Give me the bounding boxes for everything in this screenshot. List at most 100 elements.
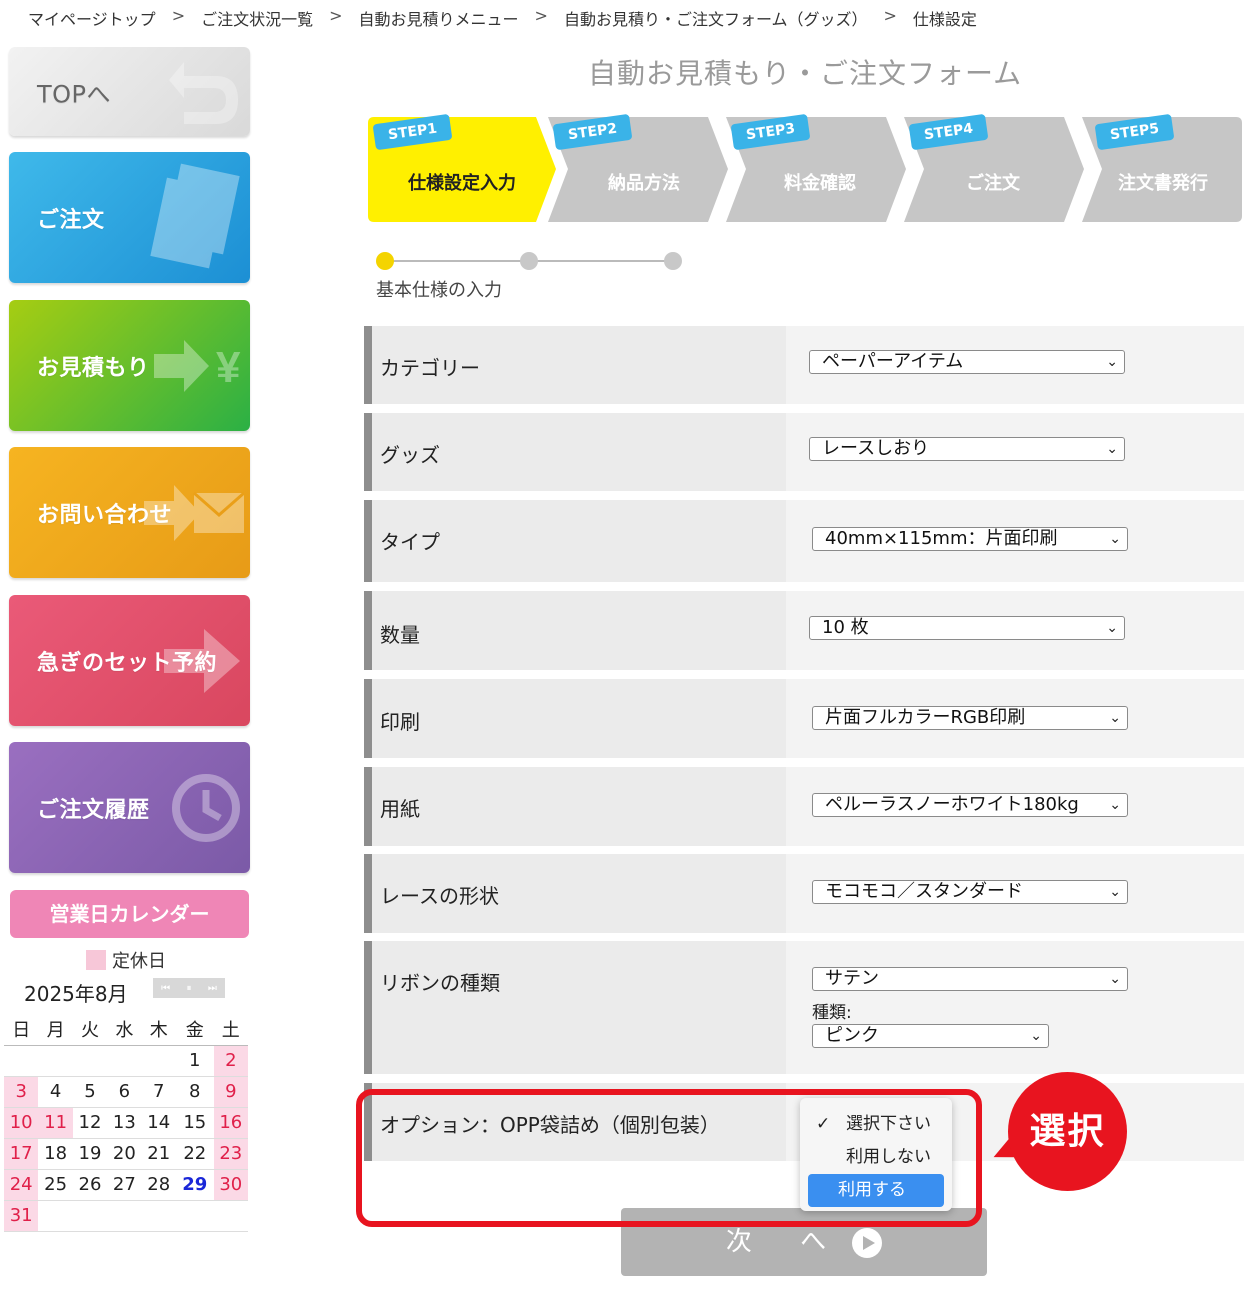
order-button[interactable]: ご注文: [9, 152, 250, 283]
calendar-day: 9: [213, 1076, 248, 1108]
calendar-week: 3456789: [4, 1076, 248, 1108]
calendar-day: 15: [175, 1107, 214, 1139]
quantity-select[interactable]: 10 枚 ⌄: [809, 616, 1125, 640]
calendar-day: 11: [38, 1107, 73, 1139]
holiday-swatch: [86, 950, 106, 970]
dropdown-option-not-use[interactable]: 利用しない: [808, 1141, 944, 1174]
step-5-label: 注文書発行: [1118, 173, 1208, 194]
select-callout: 選択: [1008, 1072, 1127, 1191]
yen-arrow-icon: ¥: [154, 339, 241, 392]
breadcrumb-separator: >: [329, 6, 343, 25]
goods-label: グッズ: [380, 443, 440, 467]
calendar-week: 31: [4, 1200, 248, 1232]
calendar-day: 18: [38, 1138, 73, 1170]
step-progress: STEP1 仕様設定入力 STEP2 納品方法 STEP3 料金確認 STEP4…: [368, 113, 1242, 222]
sub-progress-dot-2: [520, 252, 538, 270]
category-label: カテゴリー: [380, 356, 480, 380]
step-1-label: 仕様設定入力: [408, 173, 516, 194]
estimate-button-label: お見積もり: [37, 355, 150, 381]
calendar-table: 日月火水木金土 1 2 3 4 5 6 7 8 9 10 11 12 13 14 15 16 17 18 19 20 2…: [4, 1014, 248, 1232]
order-history-button-label: ご注文履歴: [37, 797, 150, 823]
breadcrumb-mypage[interactable]: マイページトップ: [28, 6, 156, 30]
calendar-day: 6: [107, 1076, 142, 1108]
calendar-day: [38, 1200, 73, 1232]
print-label: 印刷: [380, 710, 420, 734]
ribbon-label: リボンの種類: [380, 971, 500, 995]
contact-button[interactable]: お問い合わせ: [9, 447, 250, 578]
rush-reservation-button[interactable]: 急ぎのセット予約: [9, 595, 250, 726]
estimate-button[interactable]: お見積もり ¥: [9, 300, 250, 431]
business-calendar-header: 営業日カレンダー: [10, 890, 249, 938]
top-button[interactable]: TOPへ: [9, 47, 250, 136]
step-1: STEP1 仕様設定入力: [368, 113, 556, 222]
calendar-day: 29: [175, 1169, 214, 1201]
chevron-down-icon: ⌄: [1106, 354, 1118, 370]
calendar-weekday: 水: [107, 1014, 142, 1046]
order-history-button[interactable]: ご注文履歴: [9, 742, 250, 873]
svg-text:¥: ¥: [216, 343, 241, 392]
paper-label: 用紙: [380, 797, 420, 821]
breadcrumb-current: 仕様設定: [912, 10, 977, 29]
calendar-day: 5: [72, 1076, 108, 1108]
ribbon-select[interactable]: サテン ⌄: [812, 967, 1128, 991]
step-2-label: 納品方法: [608, 173, 680, 194]
dropdown-option-not-use-label: 利用しない: [846, 1147, 931, 1167]
row-ribbon: リボンの種類: [364, 941, 1244, 1074]
step-5: STEP5 注文書発行: [1074, 113, 1242, 222]
calendar-weekday: 金: [175, 1014, 214, 1046]
ribbon-color-select-value: ピンク: [825, 1025, 879, 1046]
quantity-select-value: 10 枚: [822, 617, 869, 638]
calendar-day: 16: [213, 1107, 248, 1139]
chevron-down-icon: ⌄: [1106, 620, 1118, 636]
legend-label: 定休日: [112, 951, 166, 972]
calendar-weekday: 木: [141, 1014, 176, 1046]
calendar-day: 26: [72, 1169, 108, 1201]
calendar-day: 8: [175, 1076, 214, 1108]
ribbon-color-select[interactable]: ピンク ⌄: [812, 1024, 1049, 1048]
calendar-week: 12: [4, 1045, 248, 1077]
dropdown-option-please-select[interactable]: ✓ 選択下さい: [808, 1108, 944, 1141]
dropdown-option-use-label: 利用する: [838, 1180, 906, 1200]
calendar-week: 24 25 26 27 28 29 30: [4, 1169, 248, 1201]
calendar-day: 23: [213, 1138, 248, 1170]
ribbon-value-cell: [786, 941, 1244, 1074]
breadcrumb-separator: >: [883, 6, 897, 25]
paper-select[interactable]: ペルーラスノーホワイト180kg ⌄: [812, 793, 1128, 817]
calendar-day: 31: [4, 1200, 39, 1232]
calendar-week: 10 11 12 13 14 15 16: [4, 1107, 248, 1139]
page-title: 自動お見積もり・ご注文フォーム: [588, 57, 1023, 90]
last-month-icon[interactable]: ⏭: [208, 983, 217, 994]
calendar-legend: 定休日: [86, 947, 166, 973]
play-icon: [852, 1227, 883, 1258]
calendar-day: 24: [4, 1169, 39, 1201]
calendar-day: 10: [4, 1107, 39, 1139]
breadcrumb-separator: >: [534, 6, 548, 25]
type-select[interactable]: 40mm×115mm：片面印刷 ⌄: [812, 527, 1128, 551]
lace-shape-label: レースの形状: [380, 884, 499, 908]
print-select[interactable]: 片面フルカラーRGB印刷 ⌄: [812, 706, 1128, 730]
goods-select[interactable]: レースしおり ⌄: [809, 437, 1125, 461]
sub-progress-dot-1: [376, 252, 394, 270]
breadcrumb-order-status[interactable]: ご注文状況一覧: [201, 6, 313, 30]
top-button-label: TOPへ: [37, 80, 112, 108]
chevron-down-icon: ⌄: [1109, 971, 1121, 987]
goods-select-value: レースしおり: [822, 438, 930, 459]
paper-select-value: ペルーラスノーホワイト180kg: [825, 794, 1079, 815]
next-button-label: 次 へ: [725, 1227, 847, 1257]
dropdown-option-use[interactable]: 利用する: [808, 1174, 944, 1207]
calendar-weekday: 土: [213, 1014, 248, 1046]
first-month-icon[interactable]: ⏮: [161, 983, 170, 994]
checkmark-icon: ✓: [816, 1114, 831, 1134]
chevron-down-icon: ⌄: [1109, 710, 1121, 726]
calendar-day: 25: [38, 1169, 73, 1201]
step-4: STEP4 ご注文: [896, 113, 1086, 222]
option-dropdown[interactable]: ✓ 選択下さい 利用しない 利用する: [800, 1098, 952, 1211]
breadcrumb-auto-estimate-menu[interactable]: 自動お見積りメニュー: [359, 6, 519, 30]
breadcrumb: マイページトップ > ご注文状況一覧 > 自動お見積りメニュー > 自動お見積り…: [28, 6, 977, 30]
chevron-down-icon: ⌄: [1109, 797, 1121, 813]
category-select[interactable]: ペーパーアイテム ⌄: [809, 350, 1125, 374]
breadcrumb-order-form[interactable]: 自動お見積り・ご注文フォーム（グッズ）: [564, 6, 868, 30]
lace-shape-select[interactable]: モコモコ／スタンダード ⌄: [812, 880, 1128, 904]
chevron-down-icon: ⌄: [1109, 884, 1121, 900]
pause-icon[interactable]: ⏸: [186, 983, 191, 994]
